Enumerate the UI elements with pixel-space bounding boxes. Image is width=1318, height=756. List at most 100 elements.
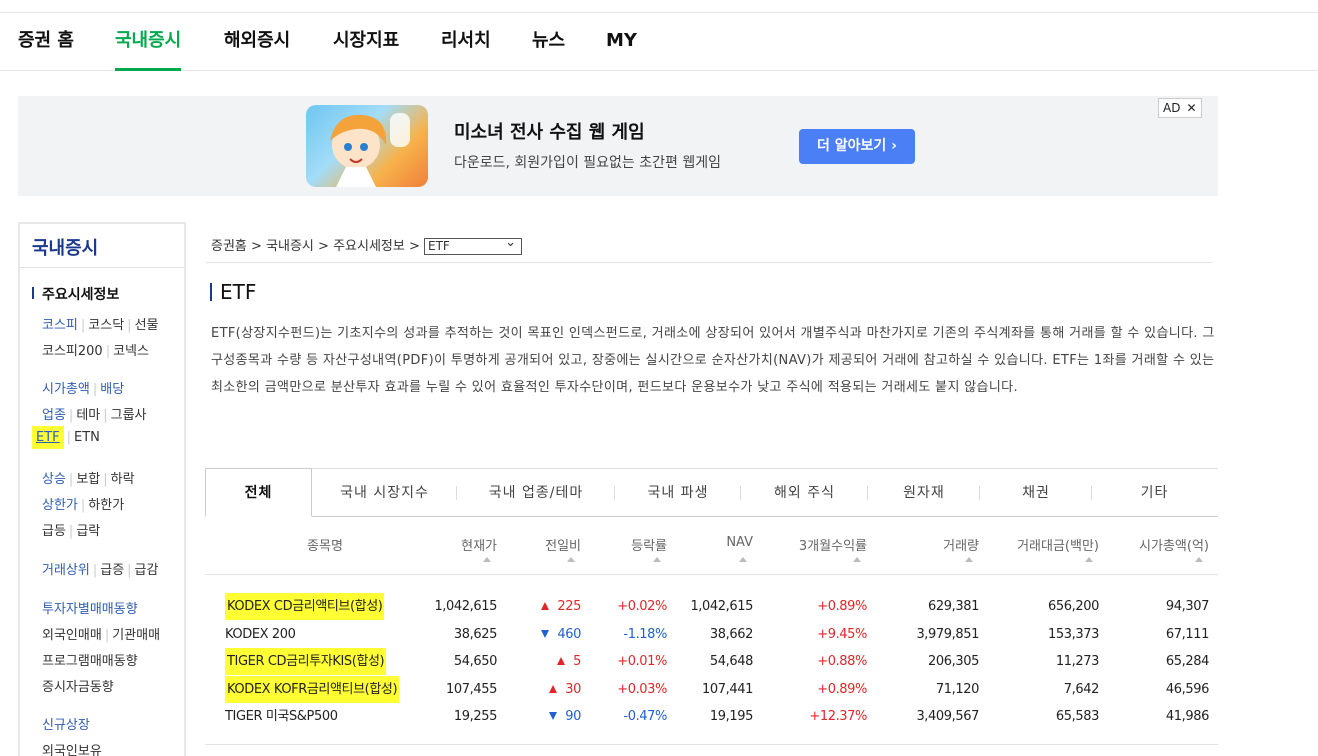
sidebar-row-2: 코스피200 | 코넥스 — [42, 344, 149, 359]
tab-domestic-derivatives[interactable]: 국내 파생 — [615, 469, 741, 517]
sidebar-link-market-funds[interactable]: 증시자금동향 — [42, 680, 114, 695]
sidebar-link-foreign-holding[interactable]: 외국인보유 — [42, 744, 102, 756]
table-row: TIGER CD금리투자KIS(합성) 54,650 5 +0.01% 54,6… — [205, 648, 1218, 675]
sidebar-row-5: ETF | ETN — [32, 426, 100, 449]
etf-name-link[interactable]: KODEX CD금리액티브(합성) — [225, 593, 385, 620]
etf-name-link[interactable]: KODEX 200 — [225, 621, 296, 648]
sidebar-link-program-trading[interactable]: 프로그램매매동향 — [42, 654, 138, 669]
col-price[interactable]: 현재가 — [405, 535, 497, 565]
sidebar-link-plunge[interactable]: 급락 — [76, 524, 100, 539]
sidebar-link-fall[interactable]: 하락 — [111, 472, 135, 487]
cell-3m-return: +0.89% — [817, 682, 867, 697]
sidebar-link-etf[interactable]: ETF — [36, 430, 60, 445]
col-volume[interactable]: 거래량 — [867, 535, 979, 565]
col-amount[interactable]: 거래대금(백만) — [979, 535, 1099, 565]
ad-label: AD — [1163, 101, 1181, 115]
col-nav[interactable]: NAV — [667, 535, 753, 565]
sidebar-link-market-cap[interactable]: 시가총액 — [42, 382, 90, 397]
ad-game-thumbnail[interactable] — [306, 105, 428, 187]
close-icon[interactable]: ✕ — [1186, 99, 1196, 117]
cell-rate: +0.03% — [617, 682, 667, 697]
tab-others[interactable]: 기타 — [1092, 469, 1217, 517]
sidebar-link-top-volume[interactable]: 거래상위 — [42, 563, 90, 578]
sidebar-link-konex[interactable]: 코넥스 — [113, 344, 149, 359]
sort-icon[interactable] — [965, 557, 973, 562]
sidebar-row-1: 코스피 | 코스닥 | 선물 — [42, 318, 159, 333]
cell-rate: -0.47% — [623, 709, 667, 724]
table-header: 종목명 현재가 전일비 등락률 NAV 3개월수익률 거래량 거래대금(백만) … — [205, 535, 1218, 575]
sidebar-link-foreign-trading[interactable]: 외국인매매 — [42, 628, 102, 643]
tab-bonds[interactable]: 채권 — [980, 469, 1092, 517]
sidebar-link-etn[interactable]: ETN — [74, 430, 100, 445]
cell-price: 107,455 — [446, 682, 497, 697]
sidebar-link-kospi[interactable]: 코스피 — [42, 318, 78, 333]
sidebar-link-lower-limit[interactable]: 하한가 — [88, 498, 124, 513]
ad-title[interactable]: 미소녀 전사 수집 웹 게임 — [454, 118, 645, 144]
nav-my[interactable]: MY — [606, 13, 637, 71]
sidebar: 국내증시 주요시세정보 코스피 | 코스닥 | 선물 코스피200 | 코넥스 시가총액 | 배… — [18, 222, 186, 756]
sort-icon[interactable] — [739, 557, 747, 562]
sort-icon[interactable] — [653, 557, 661, 562]
col-change[interactable]: 전일비 — [497, 535, 581, 565]
sort-icon[interactable] — [567, 557, 575, 562]
nav-domestic[interactable]: 국내증시 — [115, 13, 182, 71]
sidebar-link-investor-trading[interactable]: 투자자별매매동향 — [42, 602, 138, 617]
cell-nav: 19,195 — [709, 709, 753, 724]
category-select[interactable]: ETF — [424, 235, 522, 255]
sidebar-link-rise[interactable]: 상승 — [42, 472, 66, 487]
sort-icon[interactable] — [483, 557, 491, 562]
sidebar-link-group[interactable]: 그룹사 — [111, 408, 147, 423]
sort-icon[interactable] — [1085, 557, 1093, 562]
etf-name-link[interactable]: TIGER 미국S&P500 — [225, 703, 338, 730]
cell-nav: 1,042,615 — [690, 599, 753, 614]
sidebar-link-theme[interactable]: 테마 — [76, 408, 100, 423]
sidebar-link-kospi200[interactable]: 코스피200 — [42, 344, 103, 359]
table-row: KODEX 200 38,625 460 -1.18% 38,662 +9.45… — [205, 621, 1218, 648]
sidebar-link-institution-trading[interactable]: 기관매매 — [112, 628, 160, 643]
tab-all[interactable]: 전체 — [205, 468, 312, 517]
sidebar-link-surge[interactable]: 급등 — [42, 524, 66, 539]
sidebar-row-3: 시가총액 | 배당 — [42, 382, 125, 397]
sidebar-row-7: 상한가 | 하한가 — [42, 498, 125, 513]
breadcrumb-domestic[interactable]: 국내증시 > — [266, 239, 329, 254]
ad-badge[interactable]: AD ✕ — [1158, 98, 1202, 118]
sidebar-link-kosdaq[interactable]: 코스닥 — [88, 318, 124, 333]
etf-name-link[interactable]: KODEX KOFR금리액티브(합성) — [225, 676, 400, 703]
sort-icon[interactable] — [1195, 557, 1203, 562]
sidebar-link-new-listing[interactable]: 신규상장 — [42, 718, 90, 733]
tab-commodities[interactable]: 원자재 — [868, 469, 980, 517]
tab-domestic-sector-theme[interactable]: 국내 업종/테마 — [457, 469, 615, 517]
sort-icon[interactable] — [853, 557, 861, 562]
col-3m-return[interactable]: 3개월수익률 — [753, 535, 867, 565]
nav-market-indicators[interactable]: 시장지표 — [333, 13, 399, 71]
breadcrumb-home[interactable]: 증권홈 > — [211, 239, 262, 254]
sidebar-section-major-quotes[interactable]: 주요시세정보 — [32, 284, 119, 304]
sidebar-link-vol-increase[interactable]: 급증 — [100, 563, 124, 578]
cell-change: 30 — [497, 676, 581, 703]
ad-learn-more-button[interactable]: 더 알아보기 › — [799, 129, 915, 164]
sidebar-link-futures[interactable]: 선물 — [135, 318, 159, 333]
nav-research[interactable]: 리서치 — [441, 13, 491, 71]
nav-overseas[interactable]: 해외증시 — [224, 13, 290, 71]
col-market-cap[interactable]: 시가총액(억) — [1099, 535, 1209, 565]
tab-domestic-index[interactable]: 국내 시장지수 — [312, 469, 457, 517]
breadcrumb-major[interactable]: 주요시세정보 > — [333, 239, 420, 254]
col-rate[interactable]: 등락률 — [581, 535, 667, 565]
nav-news[interactable]: 뉴스 — [532, 13, 565, 71]
ad-banner[interactable]: 미소녀 전사 수집 웹 게임 다운로드, 회원가입이 필요없는 초간편 웹게임 … — [18, 96, 1218, 196]
sidebar-link-sector[interactable]: 업종 — [42, 408, 66, 423]
tab-overseas-stocks[interactable]: 해외 주식 — [741, 469, 868, 517]
sidebar-link-dividend[interactable]: 배당 — [100, 382, 124, 397]
sidebar-link-upper-limit[interactable]: 상한가 — [42, 498, 78, 513]
sidebar-link-flat[interactable]: 보합 — [76, 472, 100, 487]
etf-name-link[interactable]: TIGER CD금리투자KIS(합성) — [225, 648, 387, 675]
sidebar-row-10: 투자자별매매동향 — [42, 598, 138, 617]
sidebar-link-vol-decrease[interactable]: 급감 — [135, 563, 159, 578]
cell-amount: 153,373 — [1048, 627, 1099, 642]
cell-price: 54,650 — [453, 654, 497, 669]
sidebar-header[interactable]: 국내증시 — [32, 234, 98, 260]
down-arrow-icon — [541, 630, 550, 638]
breadcrumb: 증권홈 > 국내증시 > 주요시세정보 > ETF — [211, 235, 522, 255]
page-description: ETF(상장지수펀드)는 기초지수의 성과를 추적하는 것이 목표인 인덱스펀드… — [211, 326, 1215, 395]
nav-stock-home[interactable]: 증권 홈 — [18, 13, 74, 71]
